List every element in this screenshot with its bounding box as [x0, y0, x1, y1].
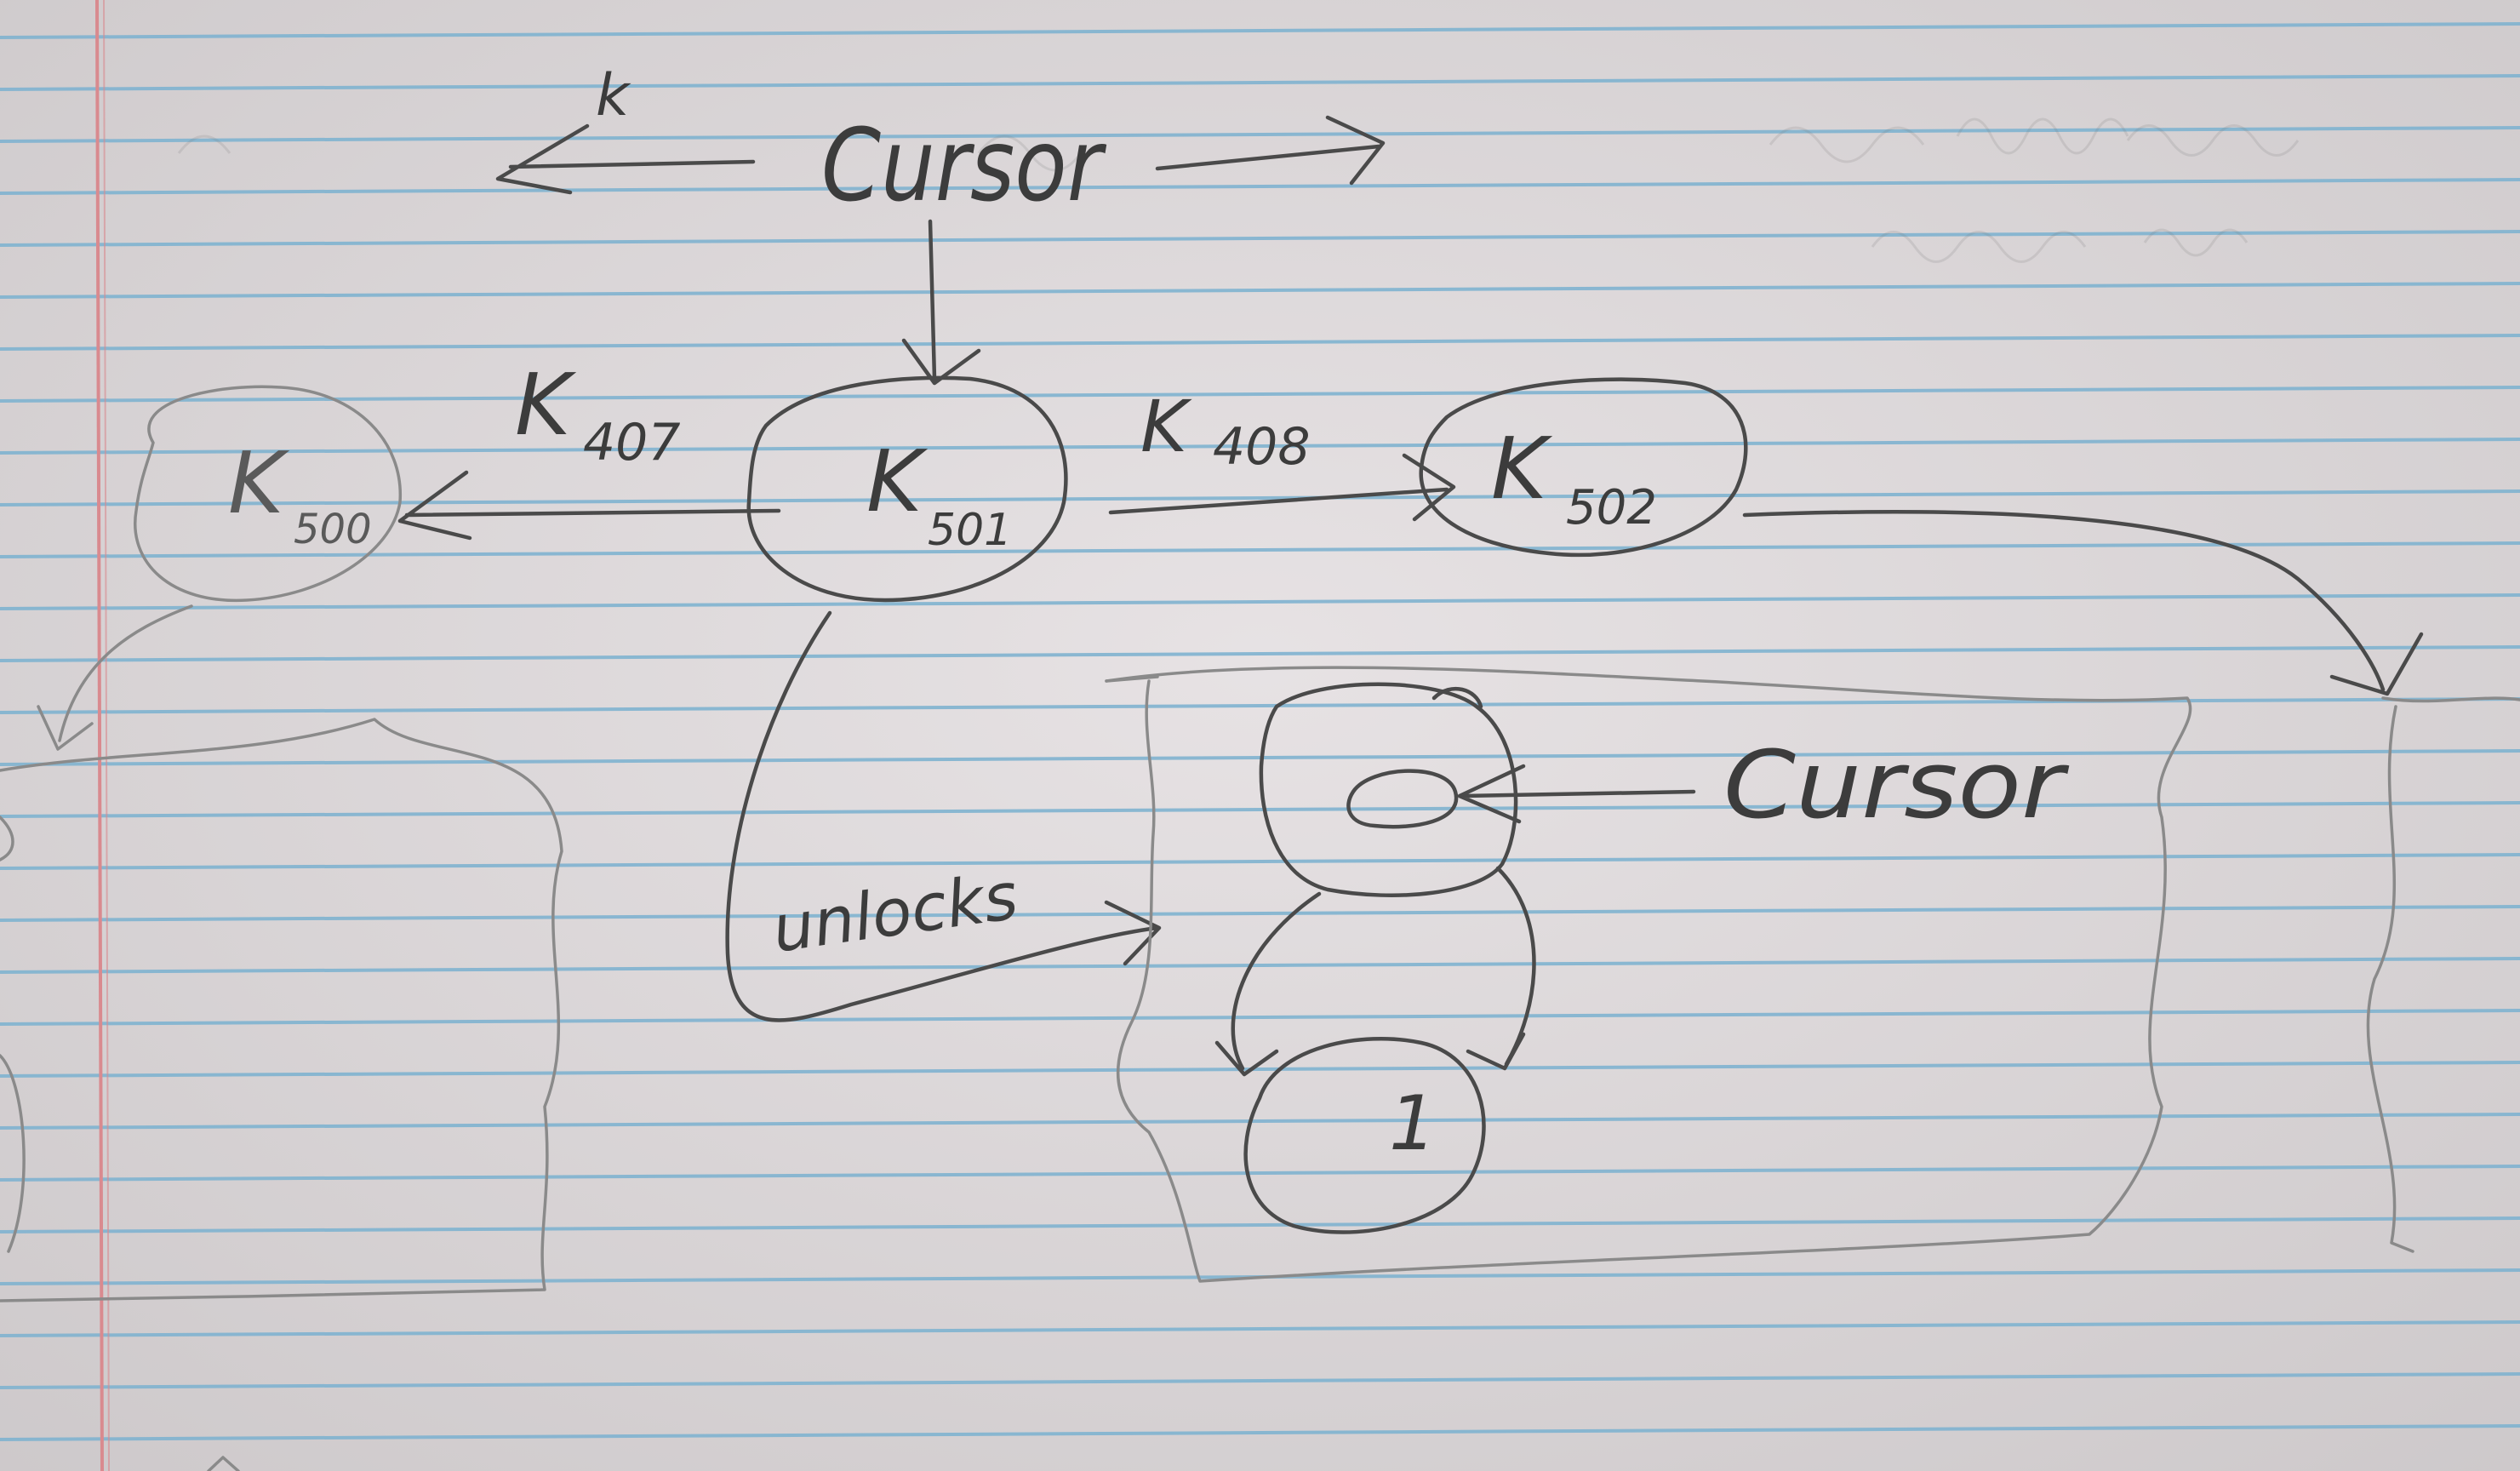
- edge-k408-subscript: 408: [1213, 417, 1311, 477]
- node-k501-label: K: [866, 432, 929, 531]
- edge-k408-label: K: [1140, 385, 1192, 468]
- edge-k407-label: K: [515, 355, 577, 455]
- top-cursor-label: Cursor: [821, 106, 1107, 224]
- paper-shading: [0, 0, 2520, 1471]
- node-k502-subscript: 502: [1566, 480, 1657, 535]
- edge-k407-subscript: 407: [583, 413, 681, 472]
- top-left-arrow-mark: k: [596, 62, 631, 129]
- node-k500-label: K: [228, 433, 290, 533]
- inner-bottom-label: 1: [1389, 1079, 1437, 1167]
- inner-cursor-label: Cursor: [1723, 730, 2069, 839]
- notebook-paper: Cursor k K 500 K 407 K 501 K 408 K 502 u…: [0, 0, 2520, 1471]
- node-k501-subscript: 501: [928, 505, 1012, 556]
- node-k502-label: K: [1491, 419, 1553, 518]
- node-k500-subscript: 500: [294, 506, 372, 553]
